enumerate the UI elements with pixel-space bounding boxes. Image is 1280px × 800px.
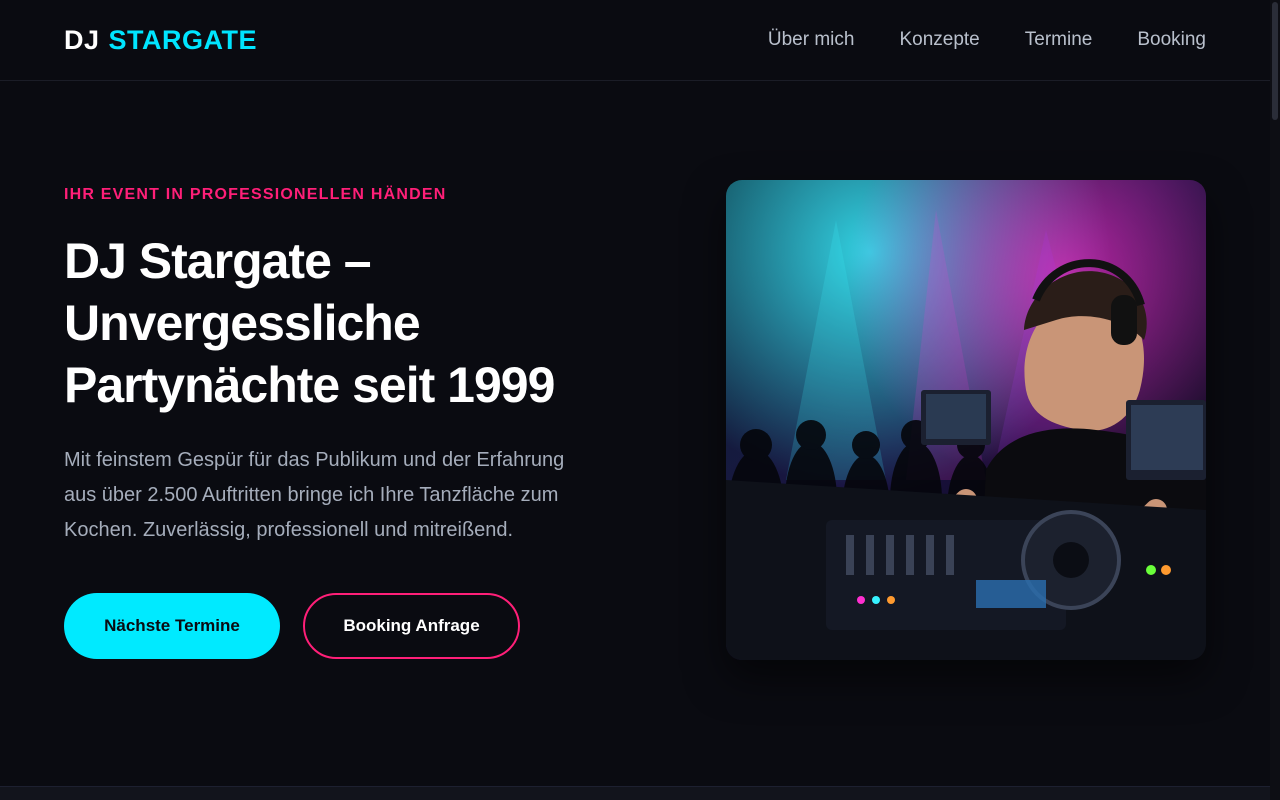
main-nav: Über mich Konzepte Termine Booking (768, 29, 1206, 51)
next-dates-button[interactable]: Nächste Termine (64, 593, 280, 659)
hero-headline-line-1: DJ Stargate – (64, 233, 372, 289)
hero-lead-line-2: aus über 2.500 Auftritten bringe ich Ihr… (64, 484, 559, 506)
page: DJ STARGATE Über mich Konzepte Termine B… (0, 0, 1280, 800)
booking-request-button[interactable]: Booking Anfrage (303, 593, 520, 659)
hero-lead: Mit feinstem Gespür für das Publikum und… (64, 443, 624, 548)
hero-headline-line-2: Unvergessliche (64, 295, 421, 351)
nav-link-termine[interactable]: Termine (1025, 29, 1093, 51)
hero-lead-line-1: Mit feinstem Gespür für das Publikum und… (64, 449, 565, 471)
logo[interactable]: DJ STARGATE (64, 25, 257, 56)
nav-link-konzepte[interactable]: Konzepte (899, 29, 979, 51)
logo-part-stargate: STARGATE (108, 24, 258, 55)
next-section-edge (0, 786, 1270, 800)
hero-headline-line-3: Partynächte seit 1999 (64, 357, 555, 413)
logo-part-dj: DJ (64, 24, 100, 55)
nav-link-ueber-mich[interactable]: Über mich (768, 29, 855, 51)
site-header: DJ STARGATE Über mich Konzepte Termine B… (0, 0, 1270, 81)
hero-lead-line-3: Kochen. Zuverlässig, professionell und m… (64, 519, 514, 541)
scrollbar-thumb[interactable] (1272, 2, 1278, 120)
hero-dj-photo (726, 180, 1206, 660)
hero-eyebrow: IHR EVENT IN PROFESSIONELLEN HÄNDEN (64, 186, 447, 203)
page-scrollbar[interactable] (1270, 0, 1280, 800)
hero-headline: DJ Stargate – Unvergessliche Partynächte… (64, 230, 624, 416)
nav-link-booking[interactable]: Booking (1137, 29, 1206, 51)
